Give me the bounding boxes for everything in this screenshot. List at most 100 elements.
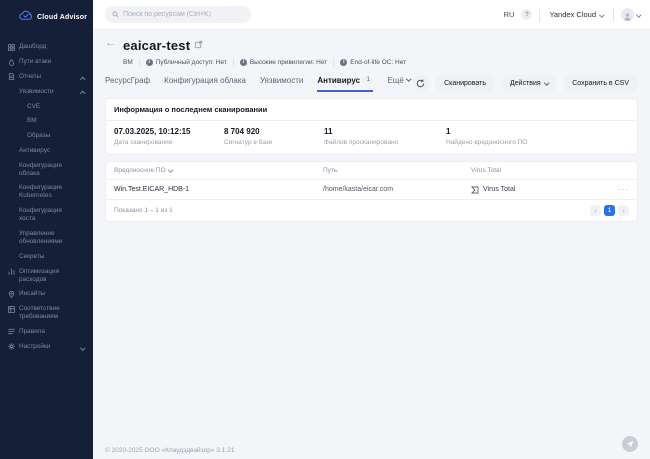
sidebar-item-antivirus[interactable]: Антивирус: [0, 143, 93, 158]
search-input[interactable]: [105, 6, 251, 23]
scan-button[interactable]: Сканировать: [435, 75, 496, 92]
tab-label: Конфигурация облака: [164, 75, 246, 85]
sidebar-item-cost-optimization[interactable]: Оптимизация расходов: [0, 264, 93, 287]
tab-label: РесурсГраф: [105, 75, 151, 85]
user-menu[interactable]: [620, 8, 641, 21]
table-header-row: Вредоносное ПО Путь Virus Total: [106, 162, 637, 180]
sidebar-item-images[interactable]: Образы: [0, 129, 93, 144]
tab-antivirus[interactable]: Антивирус 1: [317, 75, 374, 92]
stat-value: 1: [446, 127, 451, 136]
sidebar-item-cloud-config[interactable]: Конфигурация облака: [0, 158, 93, 181]
info-icon[interactable]: i: [145, 59, 153, 66]
sidebar-item-label: Правила: [19, 327, 45, 335]
compliance-icon: [8, 305, 19, 313]
sidebar-item-kubernetes-config[interactable]: Конфигурация Kubernetes: [0, 181, 93, 204]
refresh-button[interactable]: [412, 75, 430, 92]
sidebar-item-secrets[interactable]: Секреты: [0, 249, 93, 264]
shown-count: Показано 1 – 1 из 1: [114, 207, 173, 214]
info-icon[interactable]: i: [239, 59, 247, 66]
sidebar-item-host-config[interactable]: Конфигурация хоста: [0, 204, 93, 227]
sidebar-item-vm[interactable]: ВМ: [0, 114, 93, 129]
resource-type: ВМ: [123, 59, 133, 66]
sidebar-item-label: Конфигурация хоста: [19, 207, 62, 223]
sidebar-item-insights[interactable]: Инсайты: [0, 287, 93, 302]
tab-cloud-config[interactable]: Конфигурация облака: [164, 76, 246, 92]
page-head: ← eaicar-test ВМ i Публичный доступ: Нет i…: [105, 36, 638, 67]
tab-label: Уязвимости: [259, 75, 304, 85]
meta-badge-label: Высокие привилегии: Нет: [249, 59, 328, 66]
sidebar-item-compliance[interactable]: Соответствие требованиям: [0, 302, 93, 325]
paper-plane-icon: [626, 440, 634, 448]
pagination: ‹ 1 ›: [590, 205, 629, 216]
open-in-new-icon[interactable]: [194, 36, 203, 54]
help-button[interactable]: ?: [521, 9, 533, 20]
back-button[interactable]: ←: [105, 38, 116, 67]
scan-info-title: Информация о последнем сканировании: [106, 99, 637, 121]
prev-page-button[interactable]: ‹: [590, 205, 601, 216]
chevron-down-icon: [543, 80, 549, 85]
meta-badge: i Высокие привилегии: Нет: [239, 59, 328, 66]
tab-more[interactable]: Ещё: [387, 76, 412, 92]
content: ← eaicar-test ВМ i Публичный доступ: Нет i…: [93, 30, 650, 459]
language-selector[interactable]: RU: [504, 10, 515, 19]
search-field[interactable]: [123, 11, 244, 18]
support-telegram-button[interactable]: [622, 436, 638, 452]
sidebar-item-vulnerabilities[interactable]: Уязвимости: [0, 84, 93, 99]
actions-dropdown-button[interactable]: Действия: [501, 75, 558, 92]
tab-label: Антивирус: [317, 75, 361, 85]
meta-badge: i End-of-life ОС: Нет: [340, 59, 406, 66]
row-menu-button[interactable]: ···: [618, 185, 629, 194]
virustotal-icon: [471, 186, 479, 193]
chevron-down-icon: [599, 12, 605, 17]
sidebar-item-label: Конфигурация Kubernetes: [19, 184, 62, 200]
sidebar-item-settings[interactable]: Настройки: [0, 339, 93, 354]
avatar: [620, 8, 634, 21]
copyright-footer: © 2020-2025 ООО «Клаудэдвайзор» 3.1.21: [105, 447, 235, 454]
resource-meta: ВМ i Публичный доступ: Нет i Высокие привил…: [123, 58, 406, 67]
sidebar-item-cve[interactable]: CVE: [0, 99, 93, 114]
sidebar-item-label: Управление обновлениями: [19, 229, 63, 245]
virustotal-link[interactable]: Virus Total: [471, 186, 515, 194]
next-page-button[interactable]: ›: [618, 205, 629, 216]
save-csv-button[interactable]: Сохранить в CSV: [563, 75, 638, 92]
topbar: RU ? Yandex Cloud: [93, 0, 650, 30]
stat-value: 11: [324, 127, 333, 136]
divider: [612, 7, 614, 22]
sidebar-item-dashboard[interactable]: Дашборд: [0, 40, 93, 55]
file-path-cell: /home/kasta/eicar.com: [323, 186, 394, 193]
tabs: РесурсГраф Конфигурация облака Уязвимости А…: [105, 75, 412, 92]
scan-stat: 8 704 920 Сигнатур в базе: [224, 127, 324, 146]
sidebar-item-label: CVE: [27, 102, 41, 110]
sidebar-item-label: Соответствие требованиям: [19, 305, 60, 321]
org-selector[interactable]: Yandex Cloud: [547, 10, 605, 19]
divider: [539, 7, 541, 22]
sidebar-item-rules[interactable]: Правила: [0, 325, 93, 340]
column-header-malware[interactable]: Вредоносное ПО: [106, 167, 323, 174]
logo-text: Cloud Advisor: [37, 13, 88, 21]
page-button-current[interactable]: 1: [604, 205, 615, 216]
cloud-advisor-logo[interactable]: Cloud Advisor: [0, 0, 93, 40]
tab-resource-graph[interactable]: РесурсГраф: [105, 76, 150, 92]
chevron-up-icon: [79, 76, 85, 82]
sidebar-item-reports[interactable]: Отчеты: [0, 70, 93, 85]
sidebar-item-label: Настройки: [19, 342, 51, 350]
sort-icon: [167, 167, 173, 173]
row-menu-cell: ···: [601, 185, 637, 194]
stat-value: 07.03.2025, 10:12:15: [114, 127, 191, 136]
tab-count-badge: 1: [363, 76, 374, 84]
sidebar-item-attack-paths[interactable]: Пути атаки: [0, 55, 93, 70]
sidebar-item-label: Антивирус: [19, 146, 51, 154]
column-header-path: Путь: [323, 167, 338, 174]
tab-vulnerabilities[interactable]: Уязвимости: [260, 76, 303, 92]
sidebar-nav: Дашборд Пути атаки Отчеты Уязвимости CVE ВМ Об…: [0, 40, 93, 459]
info-icon[interactable]: i: [340, 59, 348, 66]
sidebar-item-label: Уязвимости: [19, 87, 54, 95]
settings-icon: [8, 343, 19, 351]
insights-icon: [8, 290, 19, 298]
refresh-icon: [416, 79, 425, 88]
sidebar-item-update-management[interactable]: Управление обновлениями: [0, 227, 93, 250]
scan-stat: 07.03.2025, 10:12:15 Дата сканирования: [114, 127, 224, 146]
scan-stat: 11 Файлов просканировано: [324, 127, 446, 146]
chevron-down-icon: [406, 76, 412, 82]
rules-icon: [8, 328, 19, 335]
